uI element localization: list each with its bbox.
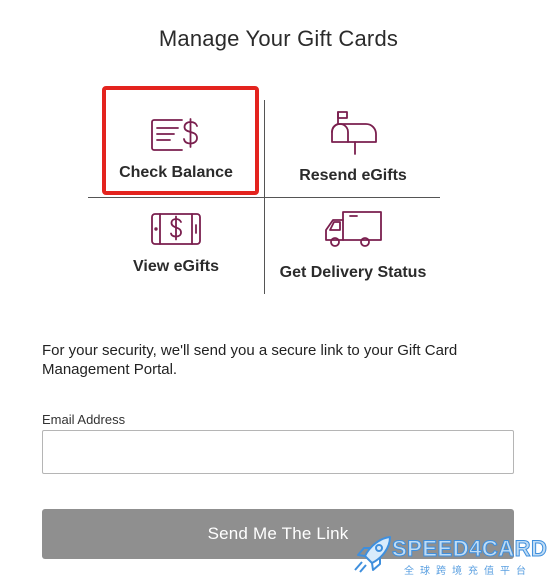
option-resend-egifts-label: Resend eGifts xyxy=(299,167,407,184)
option-delivery-status[interactable]: Get Delivery Status xyxy=(265,198,441,295)
delivery-truck-icon xyxy=(323,210,383,250)
send-link-button[interactable]: Send Me The Link xyxy=(42,509,514,559)
watermark-subtitle: 全球跨境充值平台 xyxy=(404,566,532,577)
option-view-egifts[interactable]: View eGifts xyxy=(88,198,264,295)
option-view-egifts-label: View eGifts xyxy=(133,258,219,275)
phone-dollar-icon xyxy=(150,212,202,246)
email-input[interactable] xyxy=(42,430,514,474)
option-delivery-status-label: Get Delivery Status xyxy=(279,264,427,281)
options-grid: Check Balance Resend eGifts View eGifts … xyxy=(88,100,440,294)
mailbox-icon xyxy=(328,110,378,156)
option-resend-egifts[interactable]: Resend eGifts xyxy=(265,100,441,197)
email-label: Email Address xyxy=(42,412,126,427)
page-title: Manage Your Gift Cards xyxy=(158,26,399,51)
option-check-balance[interactable]: Check Balance xyxy=(88,100,264,197)
security-message: For your security, we'll send you a secu… xyxy=(42,342,458,378)
option-check-balance-label: Check Balance xyxy=(119,164,233,181)
gift-card-dollar-icon xyxy=(150,118,202,152)
